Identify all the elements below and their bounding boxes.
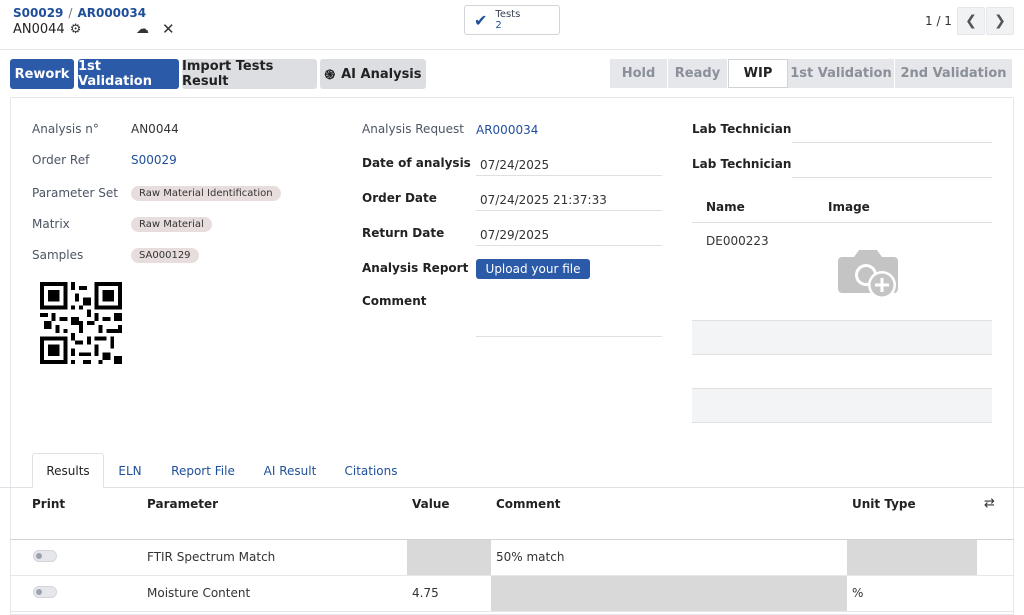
breadcrumb: S00029 / AR000034 (13, 6, 146, 20)
ai-spiral-icon: ֍ (324, 68, 336, 83)
comment-cell[interactable]: 50% match (496, 550, 564, 564)
comment-label: Comment (362, 294, 427, 308)
breadcrumb-separator: / (68, 6, 73, 20)
unit-type-cell[interactable]: % (852, 586, 863, 600)
record-name: AN0044 (13, 22, 65, 37)
comment-column-header[interactable]: Comment (496, 497, 560, 511)
technician-name-value: DE000223 (706, 234, 769, 248)
samples-label: Samples (32, 248, 84, 262)
technician-row-line-2 (692, 354, 992, 355)
print-column-header[interactable]: Print (32, 497, 65, 511)
return-date-input[interactable]: 07/29/2025 (480, 228, 549, 242)
date-of-analysis-underline (476, 175, 662, 176)
order-ref-link[interactable]: S00029 (131, 153, 177, 167)
first-validation-button[interactable]: 1st Validation (78, 59, 179, 89)
breadcrumb-request-link[interactable]: AR000034 (77, 6, 146, 20)
status-bar: Hold Ready WIP 1st Validation 2nd Valida… (610, 59, 1013, 88)
checkmark-icon: ✔ (474, 10, 488, 30)
parameter-set-tag[interactable]: Raw Material Identification (131, 186, 281, 201)
date-of-analysis-input[interactable]: 07/24/2025 (480, 158, 549, 172)
parameter-set-label: Parameter Set (32, 186, 118, 200)
value-cell[interactable] (407, 540, 491, 575)
unit-type-cell[interactable] (847, 540, 977, 575)
rework-button[interactable]: Rework (10, 59, 74, 89)
parameter-cell[interactable]: FTIR Spectrum Match (147, 550, 275, 564)
ai-analysis-button[interactable]: ֍ AI Analysis (320, 59, 426, 89)
parameter-cell[interactable]: Moisture Content (147, 586, 250, 600)
tab-eln[interactable]: ELN (108, 453, 152, 488)
image-column-header: Image (828, 200, 870, 214)
cloud-upload-icon[interactable]: ☁ (136, 22, 149, 37)
pager-next-button[interactable]: ❯ (986, 7, 1014, 35)
analysis-no-label: Analysis n° (32, 122, 99, 136)
camera-add-icon[interactable] (836, 245, 900, 301)
return-date-label: Return Date (362, 226, 445, 240)
gear-icon[interactable]: ⚙ (70, 22, 82, 37)
tests-count: 2 (495, 20, 502, 31)
import-tests-result-button[interactable]: Import Tests Result (182, 59, 317, 89)
ai-analysis-label: AI Analysis (341, 66, 422, 82)
tests-label: Tests (495, 9, 521, 20)
lab-technician-input-1[interactable] (792, 142, 992, 143)
column-settings-icon[interactable]: ⇄ (984, 496, 995, 511)
stage-ready[interactable]: Ready (668, 59, 728, 88)
tab-results[interactable]: Results (32, 453, 104, 488)
tab-report-file[interactable]: Report File (162, 453, 244, 488)
pager-value: 1 / 1 (925, 14, 952, 28)
matrix-tag[interactable]: Raw Material (131, 217, 212, 232)
date-of-analysis-label: Date of analysis (362, 156, 471, 170)
stage-wip[interactable]: WIP (728, 59, 788, 88)
chevron-right-icon: ❯ (994, 13, 1006, 29)
notebook-tabs: Results ELN Report File AI Result Citati… (0, 453, 1024, 488)
return-date-underline (476, 245, 662, 246)
samples-tag[interactable]: SA000129 (131, 248, 199, 263)
comment-cell[interactable] (491, 576, 847, 611)
technician-empty-row-2 (692, 389, 992, 422)
upload-file-button[interactable]: Upload your file (476, 259, 590, 279)
record-title: AN0044 ⚙ (13, 22, 81, 37)
tab-citations[interactable]: Citations (336, 453, 406, 488)
parameter-column-header[interactable]: Parameter (147, 497, 218, 511)
technician-table-header-line (692, 222, 992, 223)
lab-technician-label-1: Lab Technician (692, 122, 792, 136)
analysis-report-label: Analysis Report (362, 261, 469, 275)
breadcrumb-order-link[interactable]: S00029 (13, 6, 63, 20)
tests-smart-button[interactable]: ✔ Tests 2 (464, 5, 560, 35)
stage-hold[interactable]: Hold (610, 59, 668, 88)
unit-type-column-header[interactable]: Unit Type (852, 497, 916, 511)
order-date-label: Order Date (362, 191, 437, 205)
close-icon[interactable]: ✕ (162, 20, 175, 38)
lab-technician-input-2[interactable] (792, 177, 992, 178)
value-column-header[interactable]: Value (412, 497, 450, 511)
technician-empty-row-1 (692, 321, 992, 354)
name-column-header: Name (706, 200, 745, 214)
analysis-request-label: Analysis Request (362, 122, 464, 136)
technician-row-line-3 (692, 388, 992, 389)
value-cell[interactable]: 4.75 (412, 586, 439, 600)
lab-technician-label-2: Lab Technician (692, 157, 792, 171)
print-toggle[interactable] (33, 550, 57, 562)
analysis-request-link[interactable]: AR000034 (476, 123, 538, 137)
chevron-left-icon: ❮ (965, 13, 977, 29)
analysis-no-value: AN0044 (131, 122, 179, 136)
pager-previous-button[interactable]: ❮ (957, 7, 985, 35)
print-toggle[interactable] (33, 586, 57, 598)
tab-ai-result[interactable]: AI Result (254, 453, 326, 488)
order-date-underline (476, 210, 662, 211)
top-bar: S00029 / AR000034 AN0044 ⚙ ☁ ✕ ✔ Tests 2 1… (0, 0, 1024, 50)
stage-first-validation[interactable]: 1st Validation (788, 59, 895, 88)
qr-code-image (40, 282, 122, 364)
order-ref-label: Order Ref (32, 153, 90, 167)
comment-underline[interactable] (476, 336, 662, 337)
order-date-input[interactable]: 07/24/2025 21:37:33 (480, 193, 607, 207)
matrix-label: Matrix (32, 217, 70, 231)
stage-second-validation[interactable]: 2nd Validation (895, 59, 1013, 88)
technician-row-line-4 (692, 422, 992, 423)
